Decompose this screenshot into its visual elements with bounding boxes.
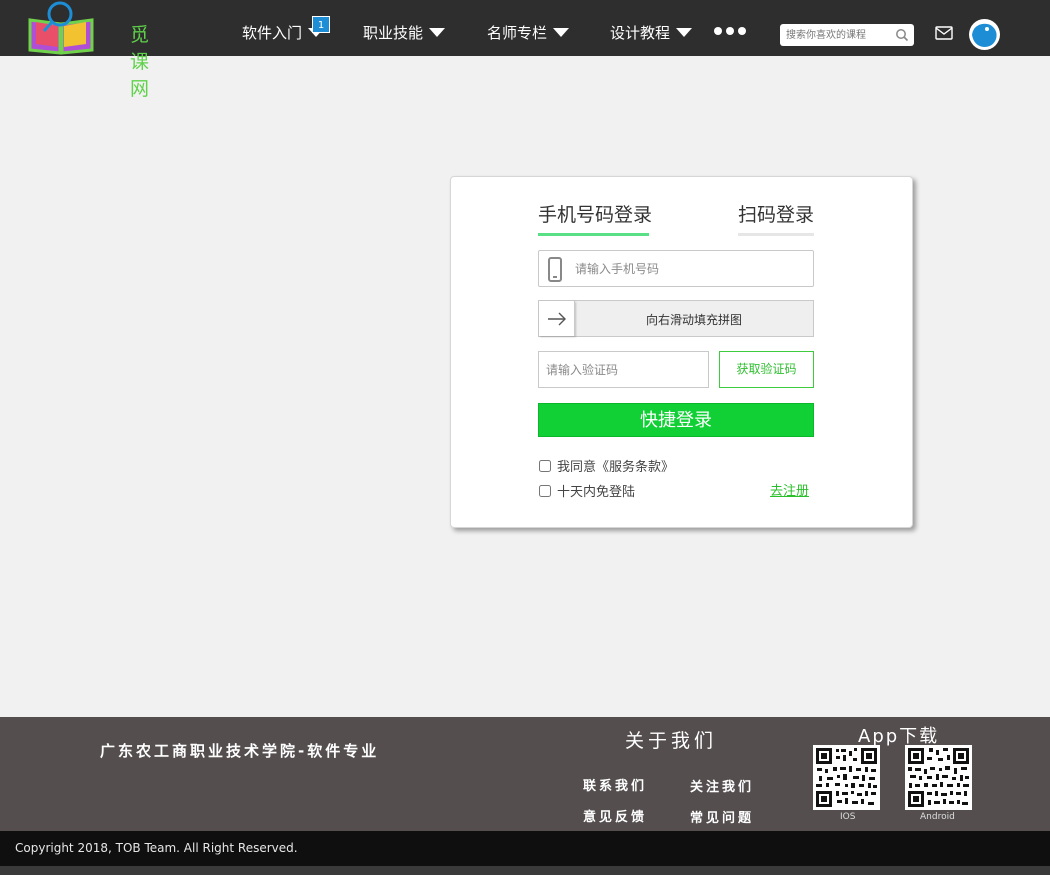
mail-icon[interactable] — [935, 26, 953, 40]
avatar-icon — [969, 19, 1000, 50]
tab-phone-login[interactable]: 手机号码登录 — [538, 200, 652, 227]
nav-label: 职业技能 — [363, 24, 424, 42]
caret-down-icon — [676, 28, 693, 37]
slider-handle[interactable] — [539, 301, 575, 336]
faq-link[interactable]: 常见问题 — [690, 807, 754, 826]
caret-down-icon — [429, 28, 446, 37]
remember-login-label: 十天内免登陆 — [557, 485, 636, 500]
agree-terms-label: 我同意《服务条款》 — [557, 460, 675, 475]
nav-label: 名师专栏 — [487, 24, 548, 42]
slider-hint: 向右滑动填充拼图 — [645, 313, 742, 327]
bottom-strip — [0, 866, 1050, 875]
active-tab-indicator — [538, 233, 649, 236]
follow-us-link[interactable]: 关注我们 — [690, 776, 754, 795]
copyright-text: Copyright 2018, TOB Team. All Right Rese… — [15, 841, 298, 855]
site-footer: 广东农工商职业技术学院-软件专业 关于我们 联系我们 关注我们 意见反馈 常见问… — [0, 717, 1050, 831]
caret-down-icon — [553, 28, 570, 37]
search-icon[interactable] — [895, 28, 909, 42]
more-menu-icon[interactable] — [714, 27, 746, 35]
top-navbar: 觅课网 软件入门 1 职业技能 名师专栏 设计教程 — [0, 0, 1050, 100]
verification-code-field — [538, 351, 709, 388]
nav-label: 设计教程 — [610, 24, 671, 42]
login-panel: 手机号码登录 扫码登录 向右滑动填充拼图 获取验证码 快捷登录 我同意《服务条款… — [450, 176, 913, 528]
arrow-right-icon — [548, 312, 566, 326]
mobile-phone-icon — [548, 257, 562, 282]
agree-terms-row: 我同意《服务条款》 — [539, 456, 674, 475]
qr-code-icon — [813, 745, 880, 810]
ios-label: IOS — [840, 812, 856, 822]
feedback-link[interactable]: 意见反馈 — [583, 806, 647, 825]
school-name: 广东农工商职业技术学院-软件专业 — [100, 742, 380, 760]
android-label: Android — [920, 812, 955, 822]
notification-badge: 1 — [312, 16, 330, 33]
slide-captcha: 向右滑动填充拼图 — [538, 300, 814, 337]
search-box — [780, 24, 914, 46]
register-link[interactable]: 去注册 — [770, 480, 809, 499]
user-avatar[interactable] — [969, 19, 1000, 50]
nav-label: 软件入门 — [242, 24, 303, 42]
contact-us-link[interactable]: 联系我们 — [583, 775, 647, 794]
nav-design-tutorials[interactable]: 设计教程 — [610, 22, 693, 43]
tab-qr-login[interactable]: 扫码登录 — [738, 200, 814, 227]
book-logo-icon — [28, 1, 94, 55]
site-logo-text: 觅课网 — [130, 24, 151, 100]
nav-teacher-column[interactable]: 名师专栏 — [487, 22, 570, 43]
remember-login-checkbox[interactable] — [539, 484, 551, 497]
inactive-tab-indicator — [738, 233, 814, 236]
nav-career-skills[interactable]: 职业技能 — [363, 22, 446, 43]
copyright-bar: Copyright 2018, TOB Team. All Right Rese… — [0, 831, 1050, 866]
search-input[interactable] — [786, 26, 891, 44]
qr-code-icon — [905, 745, 972, 810]
android-qr-code — [905, 745, 972, 810]
remember-login-row: 十天内免登陆 — [539, 481, 635, 500]
phone-input[interactable] — [575, 259, 805, 279]
site-logo[interactable]: 觅课网 — [26, 0, 166, 100]
agree-terms-checkbox[interactable] — [539, 459, 551, 472]
ios-qr-code — [813, 745, 880, 810]
get-code-button[interactable]: 获取验证码 — [719, 351, 814, 388]
phone-field — [538, 250, 814, 287]
about-us-heading: 关于我们 — [625, 730, 718, 752]
verification-code-input[interactable] — [546, 360, 701, 380]
quick-login-button[interactable]: 快捷登录 — [538, 403, 814, 437]
